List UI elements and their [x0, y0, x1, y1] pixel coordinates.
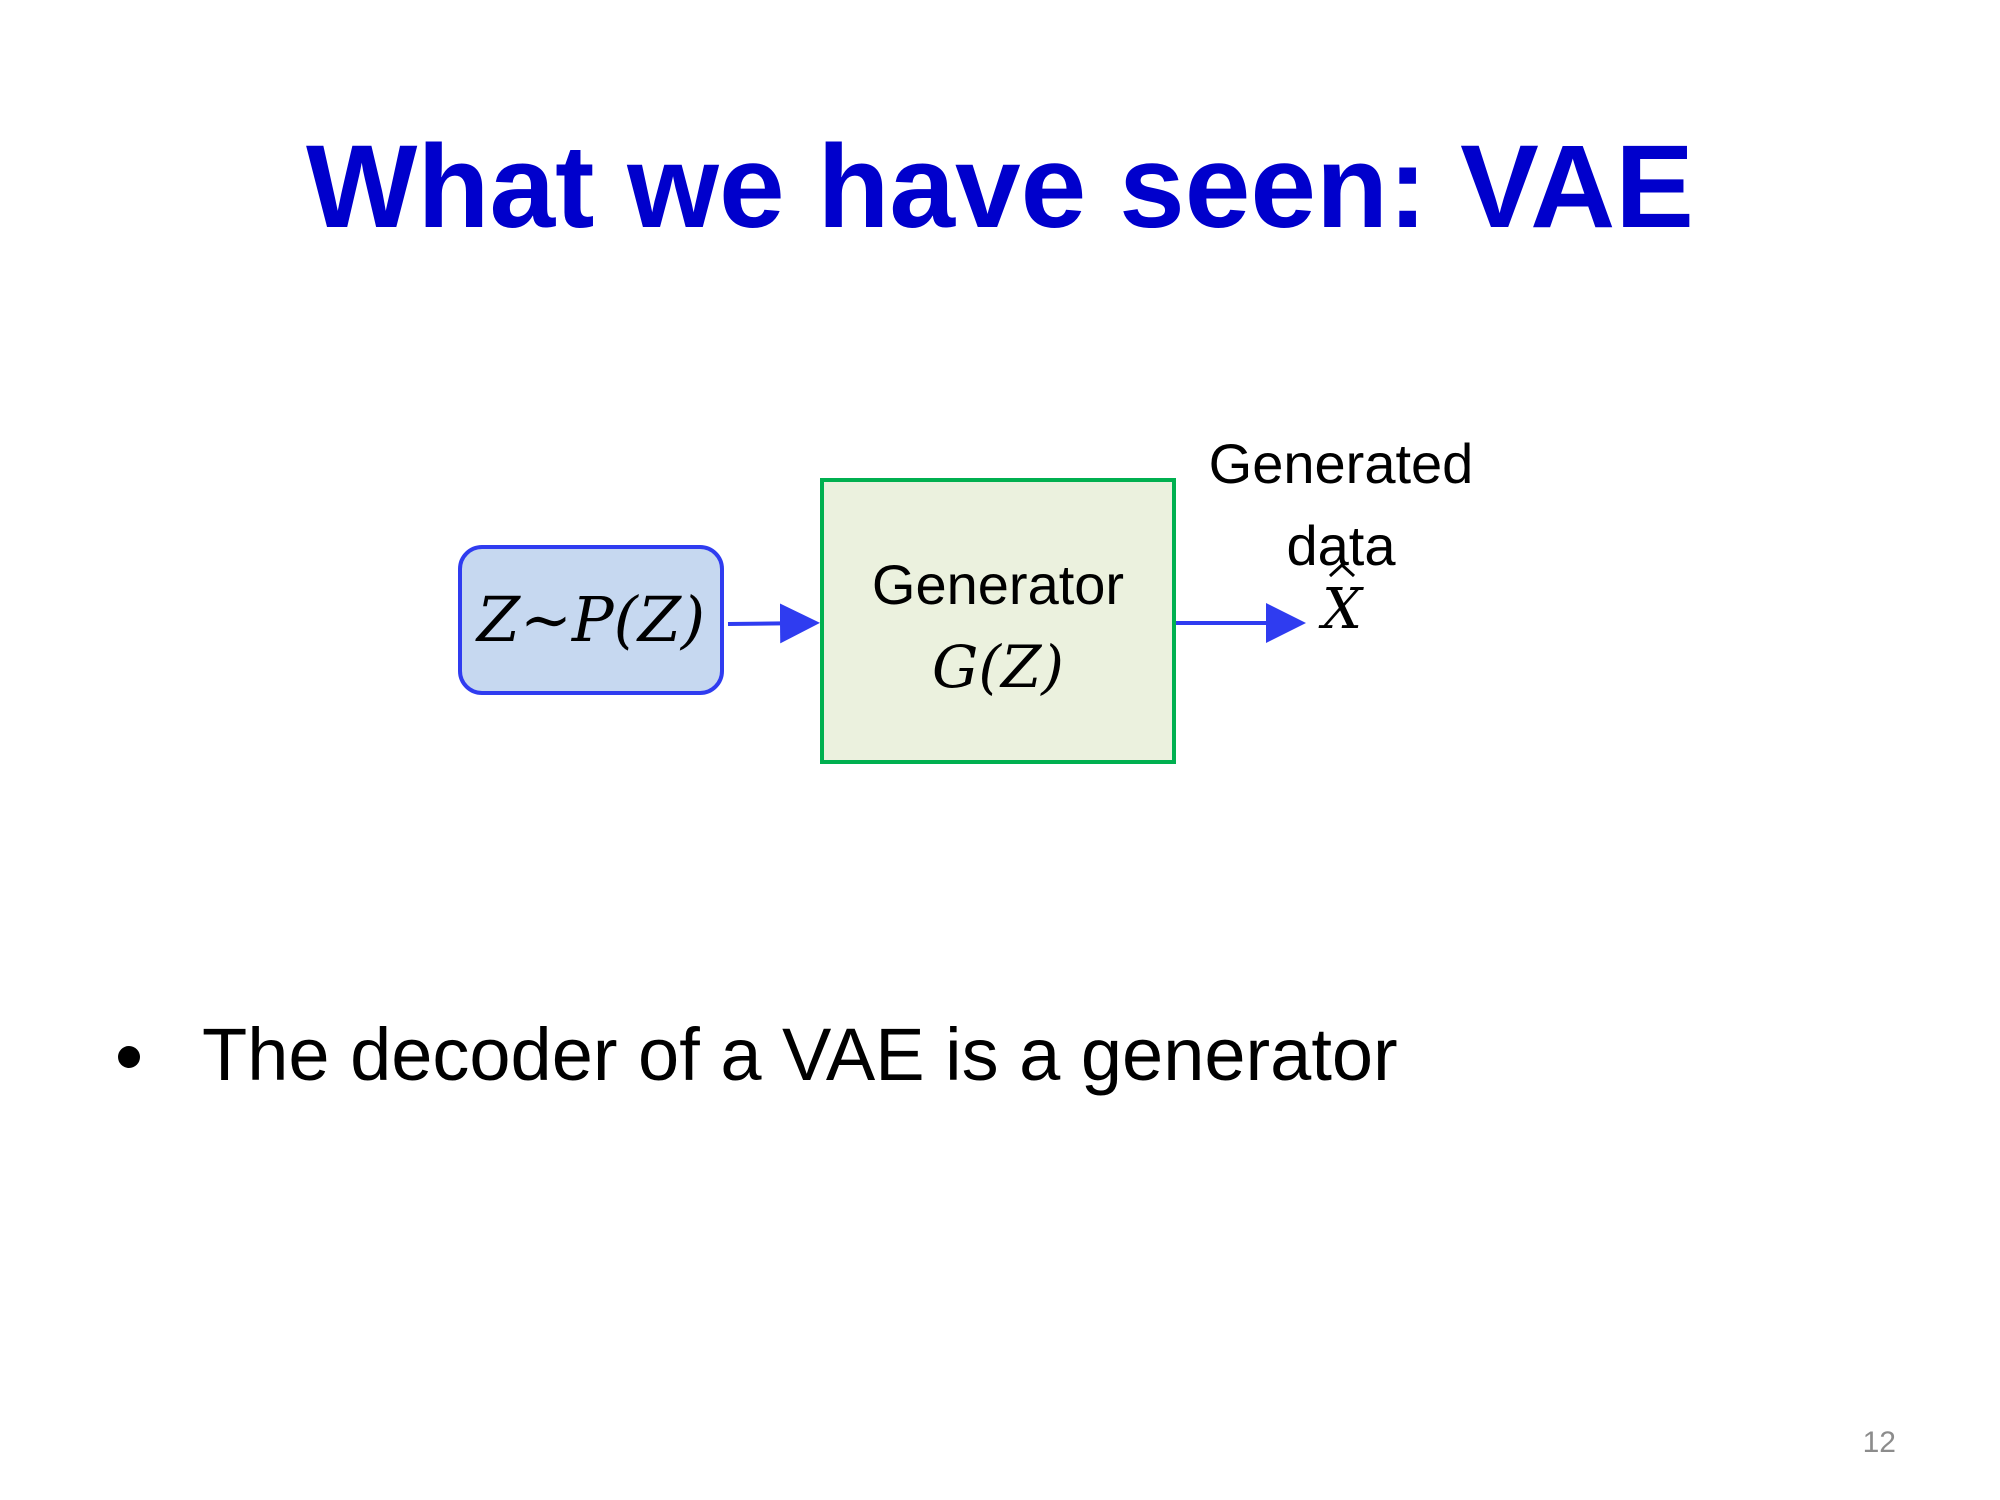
bullet-item: The decoder of a VAE is a generator [202, 1013, 1398, 1096]
generator-title: Generator [871, 553, 1125, 616]
bullet-list: The decoder of a VAE is a generator [118, 1018, 1398, 1092]
latent-distribution-label: Z∼P(Z) [476, 583, 706, 656]
input-to-generator-arrow [727, 603, 820, 644]
vae-generator-diagram: Z∼P(Z) Generator G(Z) Generated data X [0, 0, 2000, 1500]
generated-data-symbol: X [1322, 577, 1362, 642]
bullet-icon [118, 1046, 140, 1068]
hat-accent-icon [1328, 562, 1356, 578]
generator-expression: G(Z) [932, 633, 1064, 701]
generator-box: Generator G(Z) [820, 478, 1176, 764]
latent-distribution-box: Z∼P(Z) [458, 545, 724, 695]
page-number: 12 [1862, 1426, 1896, 1459]
generated-data-line-1: Generated [1208, 432, 1474, 495]
